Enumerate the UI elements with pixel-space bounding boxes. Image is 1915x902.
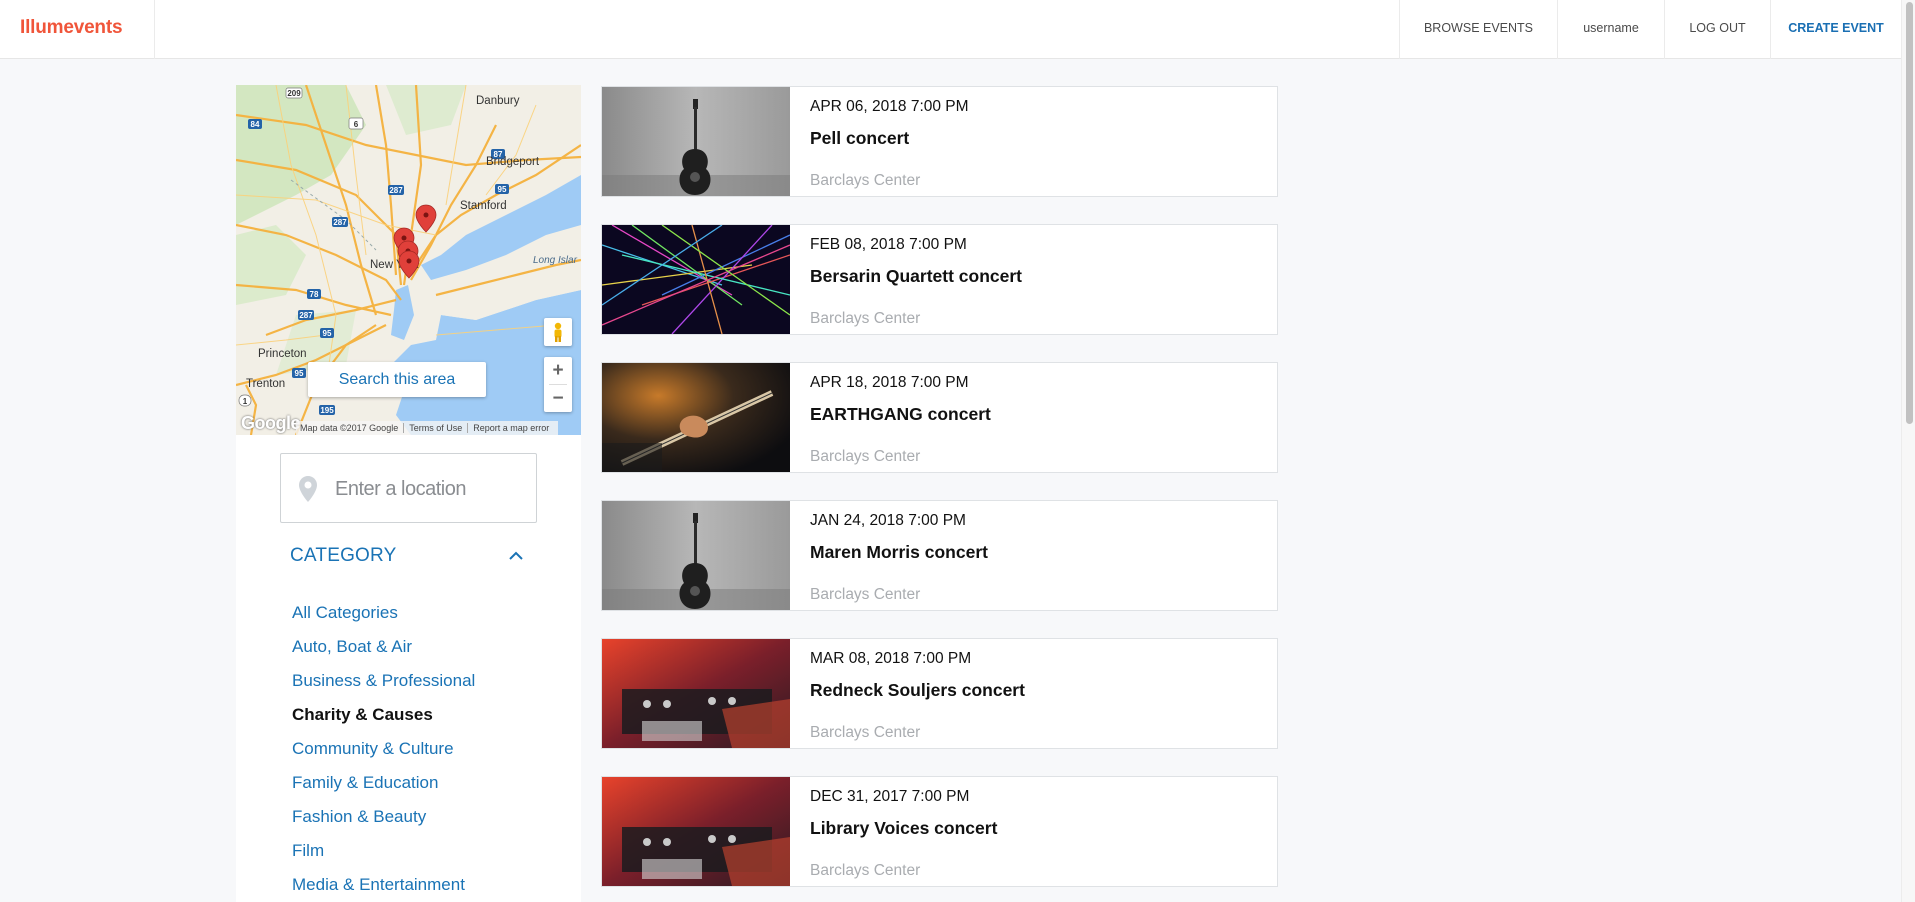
event-image-guitar-wall[interactable] <box>602 87 790 196</box>
event-venue: Barclays Center <box>810 172 921 189</box>
category-community-culture[interactable]: Community & Culture <box>292 739 454 759</box>
events-map[interactable]: 209 84 6 287 95 87 287 78 287 95 1 195 9… <box>236 85 581 435</box>
chevron-up-icon[interactable] <box>509 551 523 560</box>
terms-of-use-link[interactable]: Terms of Use <box>403 423 468 433</box>
logo-divider <box>154 0 155 59</box>
event-image-dj-mixer[interactable] <box>602 639 790 748</box>
map-attribution: Map data ©2017 Google Terms of Use Report … <box>296 421 559 435</box>
event-title[interactable]: Redneck Souljers concert <box>810 680 1025 701</box>
category-auto-boat-air[interactable]: Auto, Boat & Air <box>292 637 412 657</box>
event-date: JAN 24, 2018 7:00 PM <box>810 512 966 529</box>
map-label-bridgeport: Bridgeport <box>486 156 540 168</box>
brand-logo[interactable]: Illumevents <box>20 17 123 39</box>
category-film[interactable]: Film <box>292 841 324 861</box>
event-venue: Barclays Center <box>810 586 921 603</box>
report-map-error-link[interactable]: Report a map error <box>467 423 555 433</box>
map-label-trenton: Trenton <box>246 378 285 390</box>
street-view-pegman-icon[interactable] <box>544 318 572 346</box>
event-venue: Barclays Center <box>810 862 921 879</box>
nav-browse-events[interactable]: BROWSE EVENTS <box>1399 0 1557 59</box>
event-card[interactable]: APR 18, 2018 7:00 PM EARTHGANG concert B… <box>601 362 1278 473</box>
map-label-princeton: Princeton <box>258 348 307 360</box>
event-card[interactable]: DEC 31, 2017 7:00 PM Library Voices conc… <box>601 776 1278 887</box>
svg-text:195: 195 <box>320 406 334 415</box>
event-title[interactable]: Maren Morris concert <box>810 542 988 563</box>
svg-text:95: 95 <box>295 369 304 378</box>
category-all-categories[interactable]: All Categories <box>292 603 398 623</box>
event-date: APR 06, 2018 7:00 PM <box>810 98 969 115</box>
nav-create-event[interactable]: CREATE EVENT <box>1770 0 1901 59</box>
event-card[interactable]: FEB 08, 2018 7:00 PM Bersarin Quartett c… <box>601 224 1278 335</box>
event-title[interactable]: Bersarin Quartett concert <box>810 266 1022 287</box>
svg-text:95: 95 <box>323 329 332 338</box>
scrollbar-thumb[interactable] <box>1906 2 1913 424</box>
event-title[interactable]: EARTHGANG concert <box>810 404 991 425</box>
filter-sidebar: 209 84 6 287 95 87 287 78 287 95 1 195 9… <box>236 85 581 902</box>
event-date: DEC 31, 2017 7:00 PM <box>810 788 970 805</box>
location-input[interactable] <box>333 474 532 504</box>
svg-text:6: 6 <box>354 120 359 129</box>
event-image-dj-mixer[interactable] <box>602 777 790 886</box>
map-label-long-island: Long Islar <box>533 255 578 266</box>
nav-username[interactable]: username <box>1557 0 1664 59</box>
event-date: APR 18, 2018 7:00 PM <box>810 374 969 391</box>
svg-text:287: 287 <box>299 311 313 320</box>
event-venue: Barclays Center <box>810 448 921 465</box>
top-navigation-bar: Illumevents BROWSE EVENTS username LOG O… <box>0 0 1915 59</box>
svg-text:78: 78 <box>310 290 319 299</box>
event-venue: Barclays Center <box>810 724 921 741</box>
category-family-education[interactable]: Family & Education <box>292 773 438 793</box>
svg-text:84: 84 <box>251 120 260 129</box>
svg-text:1: 1 <box>243 397 248 406</box>
event-date: FEB 08, 2018 7:00 PM <box>810 236 967 253</box>
search-this-area-button[interactable]: Search this area <box>308 362 486 397</box>
zoom-out-button[interactable]: − <box>544 385 572 412</box>
page-scrollbar[interactable] <box>1901 0 1915 902</box>
event-venue: Barclays Center <box>810 310 921 327</box>
event-card[interactable]: APR 06, 2018 7:00 PM Pell concert Barcla… <box>601 86 1278 197</box>
location-pin-icon <box>299 476 317 502</box>
map-label-stamford: Stamford <box>460 200 507 212</box>
svg-text:287: 287 <box>389 186 403 195</box>
map-zoom-controls: + − <box>544 357 572 412</box>
event-image-lasers[interactable] <box>602 225 790 334</box>
event-image-guitar-wall[interactable] <box>602 501 790 610</box>
nav-log-out[interactable]: LOG OUT <box>1664 0 1770 59</box>
category-business-professional[interactable]: Business & Professional <box>292 671 475 691</box>
event-card[interactable]: JAN 24, 2018 7:00 PM Maren Morris concer… <box>601 500 1278 611</box>
event-title[interactable]: Library Voices concert <box>810 818 997 839</box>
map-label-danbury: Danbury <box>476 95 520 107</box>
event-image-bass-guitar[interactable] <box>602 363 790 472</box>
svg-text:209: 209 <box>287 89 301 98</box>
event-date: MAR 08, 2018 7:00 PM <box>810 650 972 667</box>
event-title[interactable]: Pell concert <box>810 128 909 149</box>
category-fashion-beauty[interactable]: Fashion & Beauty <box>292 807 426 827</box>
zoom-in-button[interactable]: + <box>544 357 572 384</box>
google-logo: Google <box>241 413 301 433</box>
category-header[interactable]: CATEGORY <box>290 545 396 567</box>
svg-text:95: 95 <box>498 185 507 194</box>
location-search-box[interactable] <box>280 453 537 523</box>
svg-text:287: 287 <box>333 218 347 227</box>
category-charity-causes[interactable]: Charity & Causes <box>292 705 433 725</box>
category-media-entertainment[interactable]: Media & Entertainment <box>292 875 465 895</box>
event-card[interactable]: MAR 08, 2018 7:00 PM Redneck Souljers co… <box>601 638 1278 749</box>
map-data-attribution: Map data ©2017 Google <box>300 423 399 433</box>
